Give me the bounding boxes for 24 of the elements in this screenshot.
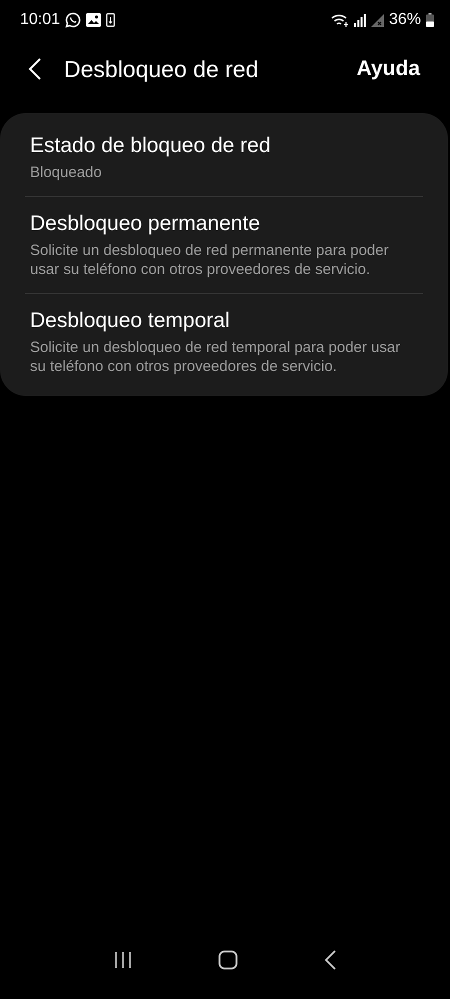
item-subtitle: Bloqueado bbox=[30, 163, 103, 182]
screen-title: Desbloqueo de red bbox=[64, 56, 260, 82]
back-button[interactable] bbox=[28, 57, 42, 81]
settings-item[interactable]: Desbloqueo temporal Solicite un desbloqueo de red temporal para poder usar su teléfono con otros proveedores de servicio. bbox=[0, 294, 448, 390]
recent-apps-button[interactable] bbox=[112, 950, 133, 970]
help-button[interactable]: Ayuda bbox=[356, 57, 420, 81]
no-signal-icon bbox=[370, 14, 384, 26]
image-icon bbox=[86, 13, 102, 27]
battery-icon bbox=[426, 13, 434, 27]
back-nav-button[interactable] bbox=[323, 949, 338, 971]
item-title: Desbloqueo permanente bbox=[30, 212, 261, 236]
settings-item[interactable]: Desbloqueo permanente Solicite un desbloqueo de red permanente para poder usar su teléfono con otros proveedores de servicio. bbox=[0, 197, 448, 293]
chat-icon bbox=[65, 12, 82, 28]
phone-icon bbox=[106, 13, 116, 27]
item-title: Desbloqueo temporal bbox=[30, 309, 231, 333]
wifi-icon bbox=[330, 13, 349, 27]
settings-item[interactable]: Estado de bloqueo de red Bloqueado bbox=[0, 119, 448, 196]
item-subtitle: Solicite un desbloqueo de red permanente para poder usar su teléfono con otros proveedores de servicio. bbox=[30, 241, 390, 279]
item-title: Estado de bloqueo de red bbox=[30, 134, 272, 158]
status-time: 10:01 bbox=[20, 11, 60, 29]
item-subtitle: Solicite un desbloqueo de red temporal para poder usar su teléfono con otros proveedores de servicio. bbox=[30, 338, 402, 376]
battery-percent: 36% bbox=[388, 11, 421, 29]
signal-icon bbox=[354, 14, 366, 26]
home-button[interactable] bbox=[218, 950, 238, 970]
